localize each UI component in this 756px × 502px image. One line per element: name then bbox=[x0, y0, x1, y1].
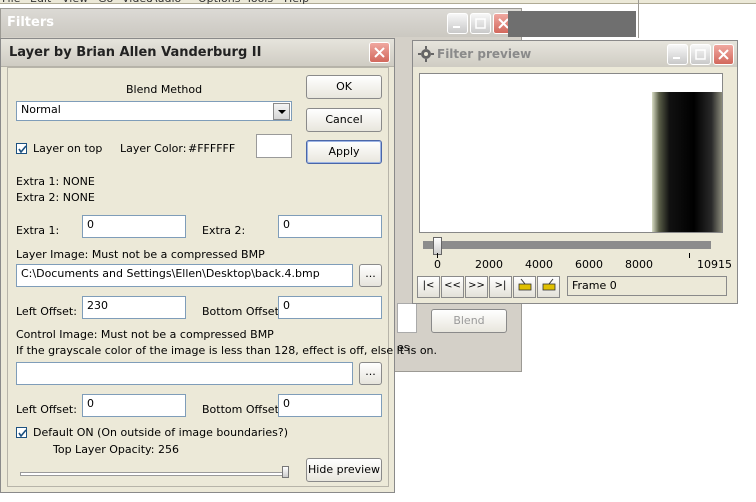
blend-button[interactable]: Blend bbox=[431, 309, 507, 333]
minimize-icon[interactable] bbox=[667, 44, 688, 65]
chevron-down-icon[interactable] bbox=[273, 103, 290, 120]
default-on-checkbox[interactable] bbox=[16, 427, 27, 438]
layer-color-swatch[interactable] bbox=[256, 134, 292, 158]
minimize-icon[interactable] bbox=[447, 13, 468, 34]
tick-mark bbox=[689, 253, 690, 258]
gear-icon bbox=[418, 46, 434, 65]
bottom-offset2-label: Bottom Offset: bbox=[202, 403, 283, 416]
filters-title: Filters bbox=[7, 15, 54, 30]
menu-item[interactable]: View bbox=[62, 0, 88, 5]
extra2-info: Extra 2: NONE bbox=[16, 191, 95, 204]
blend-method-label: Blend Method bbox=[126, 83, 203, 96]
menu-item[interactable]: Audio bbox=[150, 0, 181, 5]
menu-item[interactable]: Edit bbox=[30, 0, 51, 5]
dialog-body: Blend Method Normal OK Cancel Apply Laye… bbox=[7, 67, 437, 487]
extra1-input[interactable]: 0 bbox=[82, 215, 186, 238]
filter-preview-window: Filter preview 0 2000 4000 6000 8000 109… bbox=[412, 40, 738, 304]
keyframe-prev-icon[interactable] bbox=[513, 276, 536, 298]
tick-label: 10915 bbox=[697, 258, 732, 271]
control-image-browse-button[interactable]: ... bbox=[359, 362, 382, 385]
timeline-track[interactable] bbox=[423, 241, 711, 249]
toolbar-strip bbox=[508, 11, 636, 37]
bottom-offset-input[interactable]: 0 bbox=[278, 296, 382, 319]
divider bbox=[638, 0, 639, 38]
menu-item[interactable]: Options bbox=[198, 0, 240, 5]
filters-list-edge bbox=[397, 303, 417, 333]
layer-color-label: Layer Color: bbox=[120, 142, 187, 155]
control-image-path-input[interactable] bbox=[16, 362, 353, 385]
maximize-icon[interactable] bbox=[690, 44, 711, 65]
hide-preview-button[interactable]: Hide preview bbox=[306, 458, 382, 482]
dialog-title: Layer by Brian Allen Vanderburg II bbox=[9, 45, 262, 60]
opacity-slider-thumb[interactable] bbox=[282, 466, 289, 478]
filters-title-bar: Filters bbox=[1, 9, 521, 37]
layer-color-value: #FFFFFF bbox=[188, 142, 236, 155]
tick-label: 4000 bbox=[525, 258, 553, 271]
control-image-note: If the grayscale color of the image is l… bbox=[16, 344, 438, 357]
layer-image-path-input[interactable]: C:\Documents and Settings\Ellen\Desktop\… bbox=[16, 264, 353, 287]
opacity-slider-track[interactable] bbox=[20, 472, 288, 476]
preview-canvas bbox=[419, 73, 723, 233]
menu-bar: File Edit View Go VideoAudio Options Tools Help bbox=[0, 0, 756, 5]
menu-item[interactable]: Go bbox=[98, 0, 113, 5]
left-offset-input[interactable]: 230 bbox=[82, 296, 186, 319]
frame-indicator: Frame 0 bbox=[567, 276, 727, 296]
layer-on-top-checkbox[interactable] bbox=[16, 143, 27, 154]
step-back-button[interactable]: << bbox=[441, 276, 464, 298]
blend-method-value: Normal bbox=[21, 103, 61, 116]
maximize-icon[interactable] bbox=[470, 13, 491, 34]
close-icon[interactable] bbox=[713, 44, 734, 65]
go-end-button[interactable]: >| bbox=[489, 276, 512, 298]
close-icon[interactable] bbox=[369, 42, 390, 63]
blend-method-select[interactable]: Normal bbox=[16, 101, 292, 121]
cancel-button[interactable]: Cancel bbox=[306, 108, 382, 132]
extra2-label: Extra 2: bbox=[202, 224, 246, 237]
extra1-info: Extra 1: NONE bbox=[16, 175, 95, 188]
layer-image-browse-button[interactable]: ... bbox=[359, 264, 382, 287]
extra1-label: Extra 1: bbox=[16, 224, 60, 237]
tick-label: 6000 bbox=[575, 258, 603, 271]
default-on-label: Default ON (On outside of image boundari… bbox=[33, 426, 288, 439]
layer-title-bar: Layer by Brian Allen Vanderburg II bbox=[1, 39, 394, 67]
left-offset-label: Left Offset: bbox=[16, 305, 77, 318]
layer-dialog: Layer by Brian Allen Vanderburg II Blend… bbox=[0, 38, 437, 493]
control-image-label: Control Image: Must not be a compressed … bbox=[16, 328, 274, 341]
preview-title-bar: Filter preview bbox=[413, 41, 737, 67]
left-offset2-input[interactable]: 0 bbox=[82, 394, 186, 417]
tick-label: 2000 bbox=[475, 258, 503, 271]
preview-image bbox=[652, 92, 722, 232]
opacity-label: Top Layer Opacity: bbox=[53, 443, 155, 456]
menu-item[interactable]: Help bbox=[284, 0, 309, 5]
menu-item[interactable]: Tools bbox=[246, 0, 273, 5]
tick-label: 0 bbox=[434, 258, 441, 271]
left-offset2-label: Left Offset: bbox=[16, 403, 77, 416]
step-forward-button[interactable]: >> bbox=[465, 276, 488, 298]
apply-button[interactable]: Apply bbox=[306, 140, 382, 164]
layer-image-label: Layer Image: Must not be a compressed BM… bbox=[16, 248, 265, 261]
extra2-input[interactable]: 0 bbox=[278, 215, 382, 238]
tick-label: 8000 bbox=[625, 258, 653, 271]
preview-title: Filter preview bbox=[437, 47, 532, 61]
menu-item[interactable]: Video bbox=[122, 0, 153, 5]
keyframe-next-icon[interactable] bbox=[537, 276, 560, 298]
bottom-offset2-input[interactable]: 0 bbox=[278, 394, 382, 417]
bottom-offset-label: Bottom Offset: bbox=[202, 305, 283, 318]
go-start-button[interactable]: |< bbox=[417, 276, 440, 298]
layer-on-top-label: Layer on top bbox=[33, 142, 103, 155]
ok-button[interactable]: OK bbox=[306, 75, 382, 99]
opacity-value: 256 bbox=[158, 443, 179, 456]
menu-item[interactable]: File bbox=[2, 0, 20, 5]
